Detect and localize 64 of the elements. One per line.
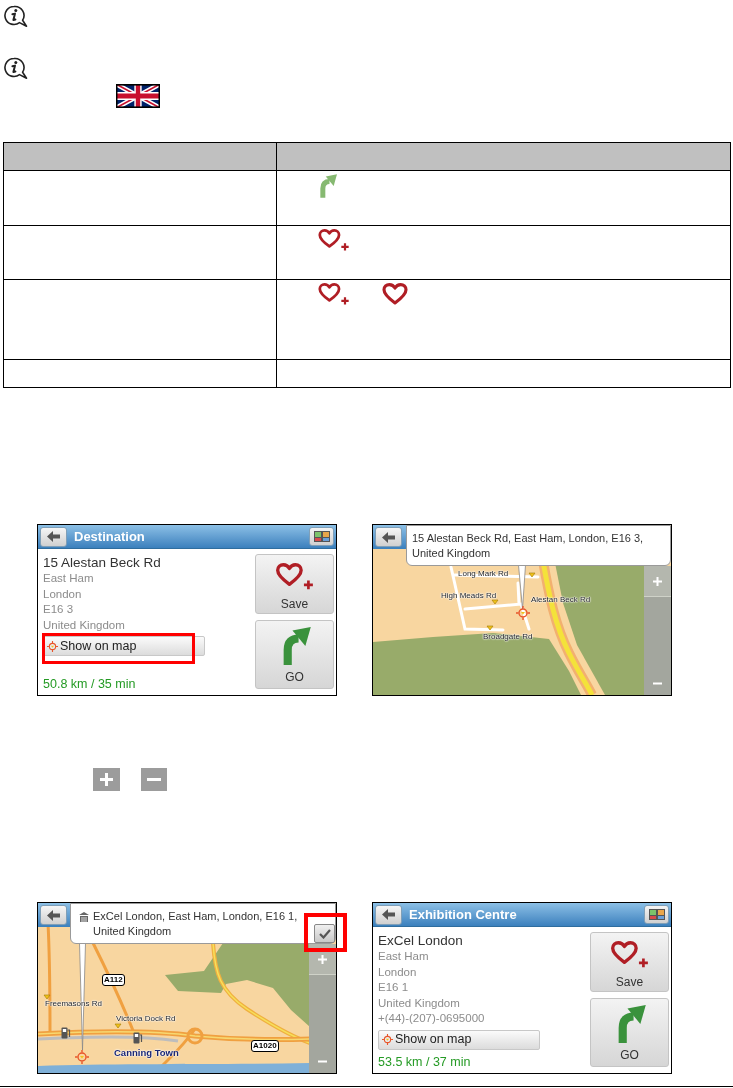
fuel-pump-icon — [61, 1027, 71, 1039]
place-name: ExCel London — [378, 932, 464, 949]
heart-icon — [382, 283, 408, 305]
map-icon — [313, 531, 330, 542]
address-line: +(44)-(207)-0695000 — [378, 1011, 486, 1026]
crosshair-icon — [47, 640, 58, 652]
checkmark-icon — [318, 928, 331, 939]
show-on-map-button[interactable]: Show on map — [378, 1029, 540, 1050]
heart-plus-icon — [317, 229, 351, 251]
plus-icon — [653, 576, 662, 586]
back-button[interactable] — [375, 527, 402, 547]
distance-text: 50.8 km / 35 min — [43, 677, 137, 692]
arrow-left-icon — [47, 909, 60, 921]
back-button[interactable] — [40, 526, 67, 547]
minus-icon — [141, 768, 167, 791]
street-label: High Meads Rd — [441, 591, 497, 601]
screen-title: Exhibition Centre — [409, 906, 517, 923]
map-button[interactable] — [644, 905, 669, 924]
go-button[interactable]: GO — [590, 998, 669, 1067]
street-label: Victoria Dock Rd — [116, 1014, 176, 1024]
callout-address: ExCel London, East Ham, London, E16 1, United Kingdom — [93, 909, 299, 939]
arrow-left-icon — [382, 531, 395, 543]
go-button[interactable]: GO — [255, 620, 334, 689]
heart-plus-icon — [275, 563, 314, 590]
crosshair-icon — [75, 1050, 89, 1064]
district-label: Canning Town — [114, 1047, 179, 1059]
address-line: E16 1 — [378, 980, 410, 995]
arrow-left-icon — [47, 531, 60, 542]
show-on-map-button[interactable]: Show on map — [43, 636, 205, 656]
plus-icon — [93, 768, 120, 791]
address-line: E16 3 — [43, 602, 75, 617]
minus-icon — [653, 681, 662, 685]
arrow-left-icon — [382, 909, 395, 920]
heart-plus-icon — [317, 283, 351, 305]
back-button[interactable] — [375, 904, 402, 925]
crosshair-icon — [516, 606, 530, 620]
save-button[interactable]: Save — [255, 554, 334, 614]
address-line: East Ham — [43, 571, 95, 586]
map-button[interactable] — [309, 527, 334, 546]
place-name: 15 Alestan Beck Rd — [43, 554, 162, 571]
heart-plus-icon — [610, 941, 649, 968]
road-number: A112 — [102, 974, 125, 986]
road-number: A1020 — [251, 1040, 279, 1052]
flag-icon — [116, 84, 160, 108]
address-line: United Kingdom — [43, 617, 126, 633]
street-label: Freemasons Rd — [45, 999, 102, 1009]
crosshair-icon — [382, 1034, 393, 1045]
street-label: Broadgate Rd — [483, 632, 533, 642]
check-button[interactable] — [314, 924, 335, 943]
back-button[interactable] — [40, 905, 67, 925]
fuel-pump-icon — [133, 1032, 143, 1044]
distance-text: 53.5 km / 37 min — [378, 1055, 472, 1070]
callout-address: 15 Alestan Beck Rd, East Ham, London, E16 3, United Kingdom — [412, 531, 645, 561]
address-line: United Kingdom — [378, 995, 461, 1011]
screen-title: Destination — [74, 528, 145, 545]
minus-icon — [318, 1059, 327, 1063]
address-line: London — [43, 586, 83, 602]
address-line: London — [378, 964, 418, 980]
plus-icon — [318, 954, 327, 964]
curved-arrow-icon — [317, 174, 337, 198]
save-button[interactable]: Save — [590, 932, 669, 992]
map-icon — [648, 909, 665, 920]
address-line: East Ham — [378, 949, 430, 964]
street-label: Long Mark Rd — [458, 569, 509, 579]
